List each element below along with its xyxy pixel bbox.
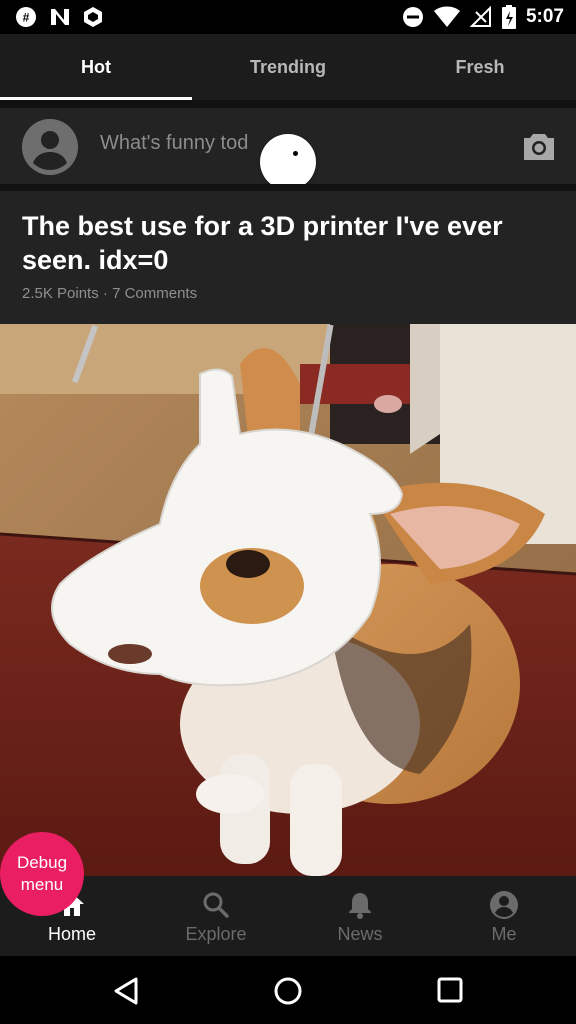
nav-news[interactable]: News	[288, 876, 432, 956]
post-meta: 2.5K Points · 7 Comments	[22, 285, 197, 302]
status-time: 5:07	[525, 6, 564, 27]
nav-home-label: Home	[47, 924, 96, 944]
divider	[0, 184, 576, 191]
post-comments[interactable]: 7 Comments	[112, 285, 197, 302]
wifi-icon	[433, 6, 460, 27]
recents-icon[interactable]	[436, 976, 464, 1004]
post-points: 2.5K Points	[22, 285, 99, 302]
nav-news-label: News	[337, 924, 383, 944]
battery-icon	[501, 5, 516, 29]
status-notification-icons: #	[14, 5, 104, 29]
touch-indicator	[260, 134, 316, 190]
default-avatar-icon	[22, 119, 78, 175]
do-not-disturb-icon	[402, 7, 423, 27]
svg-text:#: #	[23, 11, 30, 25]
post-image[interactable]	[0, 324, 576, 876]
system-navigation-bar	[0, 956, 576, 1024]
corgi-mask-photo	[0, 324, 576, 876]
nav-explore-label: Explore	[185, 924, 247, 944]
debug-menu-button[interactable]: Debug menu	[0, 832, 84, 916]
bell-icon	[349, 893, 371, 919]
home-button-icon[interactable]	[273, 976, 303, 1006]
signal-icon	[469, 6, 491, 27]
post-title[interactable]: The best use for a 3D printer I've ever …	[22, 209, 542, 277]
composer-input[interactable]: What's funny tod	[100, 132, 260, 155]
tab-fresh[interactable]: Fresh	[384, 34, 576, 100]
camera-icon	[524, 134, 554, 160]
nav-me-label: Me	[491, 924, 517, 944]
status-bar: # 5:07	[0, 0, 576, 34]
account-icon	[490, 891, 518, 919]
tab-trending[interactable]: Trending	[192, 34, 384, 100]
feed-tabs: Hot Trending Fresh	[0, 34, 576, 100]
nav-explore[interactable]: Explore	[144, 876, 288, 956]
status-system-icons: 5:07	[402, 5, 564, 29]
tab-hot[interactable]: Hot	[0, 34, 192, 100]
nav-me[interactable]: Me	[432, 876, 576, 956]
back-icon[interactable]	[112, 976, 140, 1006]
meta-separator: ·	[102, 285, 108, 302]
layers-notification-icon	[84, 7, 102, 27]
camera-button[interactable]	[522, 132, 556, 167]
n-notification-icon	[51, 9, 69, 25]
post-card[interactable]: The best use for a 3D printer I've ever …	[0, 191, 576, 324]
avatar[interactable]	[22, 119, 78, 175]
app-notification-icon: #	[16, 7, 36, 27]
search-icon	[203, 892, 229, 918]
bottom-navigation: Home Explore News Me	[0, 876, 576, 956]
divider	[0, 100, 576, 108]
